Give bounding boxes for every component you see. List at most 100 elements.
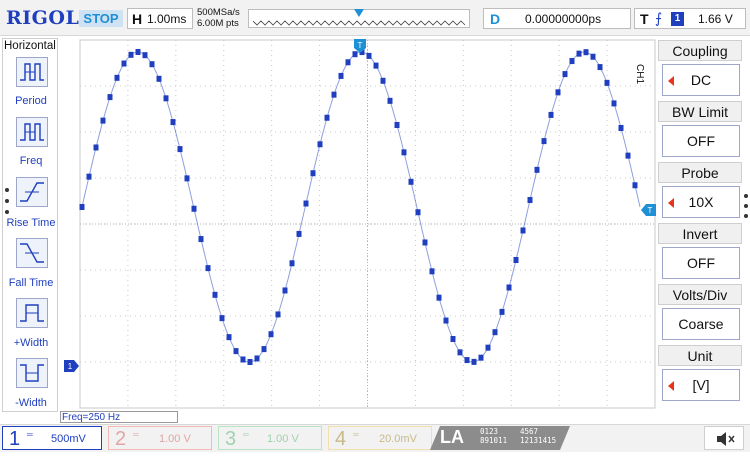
horizontal-timebase-box[interactable]: H 1.00ms <box>127 8 193 29</box>
channel-number: 1 <box>9 428 21 450</box>
ch1-sample-point <box>282 287 288 294</box>
rise-time-button[interactable] <box>16 177 48 207</box>
channel-number: 2 <box>115 428 127 450</box>
ch1-sample-point <box>373 62 379 69</box>
speaker-mute-icon <box>717 432 735 446</box>
rising-edge-icon: ⨍ <box>655 10 663 26</box>
channel-scale: 1.00 V <box>159 433 191 445</box>
trigger-box[interactable]: T ⨍ 1 1.66 V <box>634 8 746 29</box>
rise-time-icon <box>20 182 44 202</box>
waveform-display[interactable] <box>60 38 656 410</box>
coupling-button[interactable]: DC <box>662 64 740 96</box>
frequency-measurement[interactable]: Freq=250 Hz <box>60 411 178 423</box>
coupling-title: Coupling <box>658 40 742 61</box>
option-arrow-icon <box>668 198 674 208</box>
left-scroll-dot <box>5 199 9 203</box>
ch1-sample-point <box>590 53 596 60</box>
trigger-level-marker[interactable]: T <box>641 203 656 216</box>
ch1-sample-point <box>597 64 603 71</box>
ch1-sample-point <box>331 91 337 98</box>
channel-1-status[interactable]: 1 ═ 500mV <box>2 426 102 450</box>
trigger-position-text: T <box>358 41 363 50</box>
ch1-sample-point <box>324 114 330 121</box>
ch1-sample-point <box>408 178 414 185</box>
ch1-sample-point <box>198 236 204 243</box>
invert-button[interactable]: OFF <box>662 247 740 279</box>
channel-number: 4 <box>335 428 347 450</box>
probe-value: 10X <box>688 194 714 210</box>
ch1-sample-point <box>576 50 582 57</box>
ch1-sample-point <box>100 117 106 124</box>
delay-box[interactable]: D 0.00000000ps <box>483 8 631 29</box>
freq-icon <box>20 123 44 141</box>
bw-limit-button[interactable]: OFF <box>662 125 740 157</box>
channel-2-status[interactable]: 2 ═ 1.00 V <box>108 426 212 450</box>
ch1-sample-point <box>338 72 344 79</box>
unit-value: [V] <box>692 377 710 393</box>
ch1-sample-point <box>345 59 351 66</box>
horizontal-key: H <box>132 11 143 27</box>
waveform-grid <box>79 39 656 409</box>
period-icon <box>20 63 44 81</box>
ch1-sample-point <box>303 200 309 207</box>
fall-time-icon <box>20 243 44 263</box>
ch1-sample-point <box>275 311 281 318</box>
speaker-mute-button[interactable] <box>704 426 744 450</box>
sample-rate: 500MSa/s <box>197 7 240 18</box>
ch1-sample-point <box>429 268 435 275</box>
freq-button[interactable] <box>16 117 48 147</box>
channel-3-status[interactable]: 3 ═ 1.00 V <box>218 426 322 450</box>
run-stop-status[interactable]: STOP <box>79 10 123 27</box>
ch1-sample-point <box>212 291 218 298</box>
ch1-sample-point <box>569 58 575 65</box>
ch1-sample-point <box>471 358 477 365</box>
ch1-sample-point <box>506 284 512 291</box>
fall-time-button[interactable] <box>16 238 48 268</box>
ch1-sample-point <box>268 331 274 338</box>
coupling-icon: ═ <box>353 430 359 439</box>
neg-width-button[interactable] <box>16 358 48 388</box>
ch1-sample-point <box>93 144 99 151</box>
ch1-sample-point <box>79 204 85 210</box>
pos-width-button[interactable] <box>16 298 48 328</box>
option-arrow-icon <box>668 381 674 391</box>
ch1-sample-point <box>401 149 407 156</box>
ch1-sample-point <box>310 170 316 177</box>
left-scroll-dot <box>5 188 9 192</box>
ch1-sample-point <box>177 146 183 153</box>
channel-number: 3 <box>225 428 237 450</box>
period-button[interactable] <box>16 57 48 87</box>
ch1-sample-point <box>492 329 498 336</box>
ch1-sample-point <box>604 79 610 86</box>
ch1-sample-point <box>562 71 568 78</box>
ch1-sample-point <box>135 49 141 56</box>
ch1-ground-marker[interactable]: 1 <box>64 359 79 372</box>
volts-div-title: Volts/Div <box>658 284 742 305</box>
trigger-level: 1.66 V <box>698 12 733 26</box>
ch1-sample-point <box>583 49 589 56</box>
neg-width-icon <box>20 364 44 382</box>
probe-button[interactable]: 10X <box>662 186 740 218</box>
freq-label: Freq <box>19 155 43 167</box>
ch1-sample-point <box>457 349 463 356</box>
ch1-sample-point <box>296 230 302 237</box>
ch1-ground-text: 1 <box>68 362 73 371</box>
channel-4-status[interactable]: 4 ═ 20.0mV <box>328 426 432 450</box>
acquisition-info: 500MSa/s 6.00M pts <box>197 7 240 29</box>
channel-scale: 20.0mV <box>379 433 417 445</box>
left-scroll-dot <box>5 210 9 214</box>
option-arrow-icon <box>668 76 674 86</box>
right-scroll-dot <box>744 214 748 218</box>
bw-limit-value: OFF <box>687 133 715 149</box>
volts-div-button[interactable]: Coarse <box>662 308 740 340</box>
ch1-sample-point <box>555 89 561 96</box>
ch1-sample-point <box>380 77 386 84</box>
ch1-sample-point <box>240 356 246 363</box>
ch1-sample-point <box>128 51 134 58</box>
trigger-level-text: T <box>648 206 653 215</box>
unit-button[interactable]: [V] <box>662 369 740 401</box>
coupling-icon: ═ <box>243 430 249 439</box>
ch1-sample-point <box>478 354 484 361</box>
ch1-sample-point <box>191 205 197 212</box>
ch1-sample-point <box>121 60 127 67</box>
